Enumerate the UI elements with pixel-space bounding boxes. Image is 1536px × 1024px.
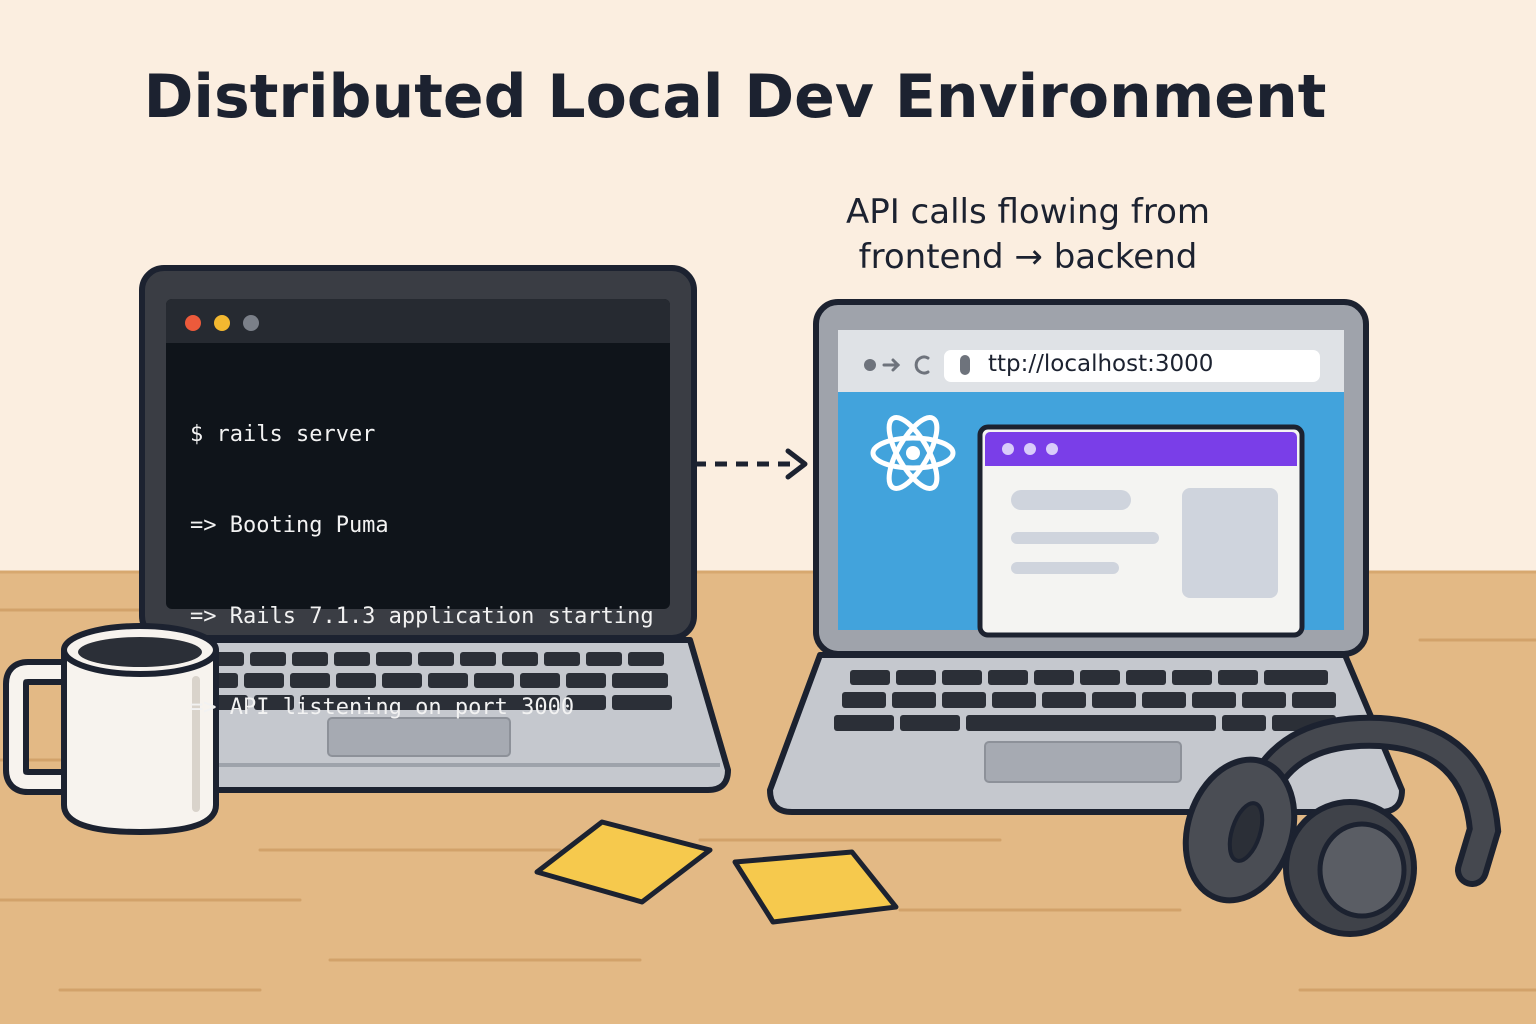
right-trackpad xyxy=(984,741,1182,783)
api-flow-caption: API calls flowing from frontend → backen… xyxy=(818,190,1238,280)
placeholder-image xyxy=(1182,488,1278,598)
placeholder-text-line xyxy=(1011,490,1131,510)
minimize-dot-icon xyxy=(214,315,230,331)
maximize-dot-icon xyxy=(243,315,259,331)
api-flow-arrow-icon xyxy=(694,448,808,480)
coffee xyxy=(78,637,202,667)
url-text: ttp://localhost:3000 xyxy=(988,351,1214,377)
caption-line: API calls flowing from xyxy=(845,192,1211,232)
page-title: Distributed Local Dev Environment xyxy=(143,62,1327,132)
terminal-line: => Rails 7.1.3 application starting xyxy=(190,604,654,629)
placeholder-text-line xyxy=(1011,532,1159,544)
back-arrow-icon xyxy=(864,359,876,371)
placeholder-text-line xyxy=(1011,562,1119,574)
terminal-output: $ rails server => Booting Puma => Rails … xyxy=(190,368,654,757)
caption-line: frontend → backend xyxy=(858,237,1198,277)
close-dot-icon xyxy=(185,315,201,331)
lock-icon xyxy=(960,355,970,375)
terminal-line: => API listening on port 3000 xyxy=(190,695,575,720)
terminal-line: => Booting Puma xyxy=(190,513,389,538)
terminal-line: $ rails server xyxy=(190,422,376,447)
